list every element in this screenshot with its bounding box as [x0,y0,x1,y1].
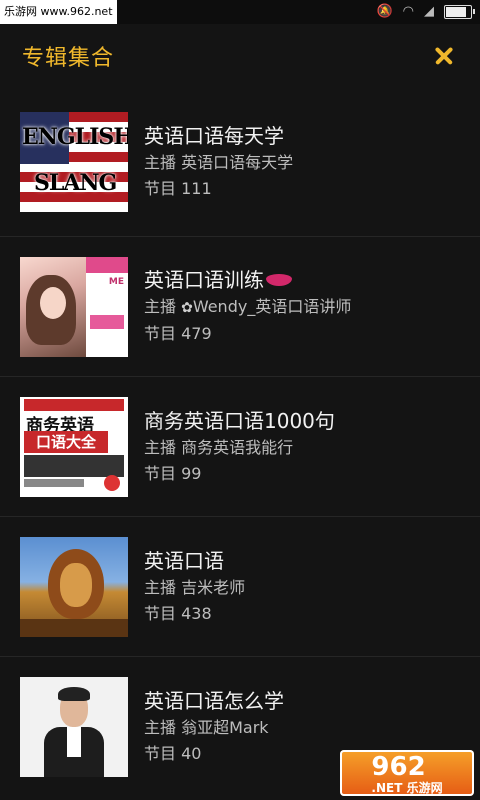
album-cover [20,676,128,777]
album-cover: 商务英语 口语大全 [20,396,128,497]
album-title: 英语口语怎么学 [144,688,284,713]
logo-main: 962 [371,752,426,782]
wifi-icon: ◠ [402,4,414,19]
cover-text: 口语大全 [24,430,108,453]
album-title: 英语口语训练 [144,268,264,292]
album-item[interactable]: 商务英语 口语大全 商务英语口语1000句 主播 商务英语我能行 节目 99 [0,376,480,516]
header: 专辑集合 [0,24,480,88]
album-cover: ME [20,256,128,357]
album-episodes: 节目 111 [144,179,212,198]
album-list: ENGLISH SLANG 英语口语每天学 主播 英语口语每天学 节目 111 … [0,88,480,796]
cover-text: SLANG [34,170,117,196]
album-title: 英语口语每天学 [144,124,284,148]
album-episodes: 节目 438 [144,603,212,623]
album-item[interactable]: ME 英语口语训练 主播 ✿Wendy_英语口语讲师 节目 479 [0,236,480,376]
album-title-row: 英语口语训练 [144,266,351,294]
battery-icon [444,4,475,19]
logo-sub: .NET 乐游网 [371,781,443,795]
site-logo-watermark: 962 .NET 乐游网 [340,750,474,796]
album-host: 主播 英语口语每天学 [144,153,294,172]
album-episodes: 节目 479 [144,324,212,343]
signal-icon: ◢ [424,4,434,19]
album-host: 主播 吉米老师 [144,577,246,597]
album-host: 主播 商务英语我能行 [144,437,294,457]
status-icons: 🔕 ◠ ◢ [376,4,475,19]
lips-icon [266,273,292,286]
page-title: 专辑集合 [22,46,115,71]
host-prefix: 主播 [144,297,182,316]
album-episodes: 节目 99 [144,463,202,483]
mute-icon: 🔕 [376,4,393,19]
album-title: 商务英语口语1000句 [144,408,335,433]
host-name: Wendy_英语口语讲师 [192,297,352,316]
album-host: 主播 翁亚超Mark [144,717,269,737]
flower-icon: ✿ [181,300,193,316]
site-watermark: 乐游网 www.962.net [0,0,117,24]
album-item[interactable]: 英语口语 主播 吉米老师 节目 438 [0,516,480,656]
album-item[interactable]: ENGLISH SLANG 英语口语每天学 主播 英语口语每天学 节目 111 [0,88,480,236]
close-icon[interactable] [430,42,458,70]
album-host: 主播 ✿Wendy_英语口语讲师 [144,294,351,321]
status-bar: 乐游网 www.962.net 🔕 ◠ ◢ [0,0,480,24]
album-title: 英语口语 [144,548,224,573]
album-cover [20,536,128,637]
album-episodes: 节目 40 [144,743,202,763]
album-cover: ENGLISH SLANG [20,112,128,212]
cover-text: ENGLISH [22,124,128,150]
